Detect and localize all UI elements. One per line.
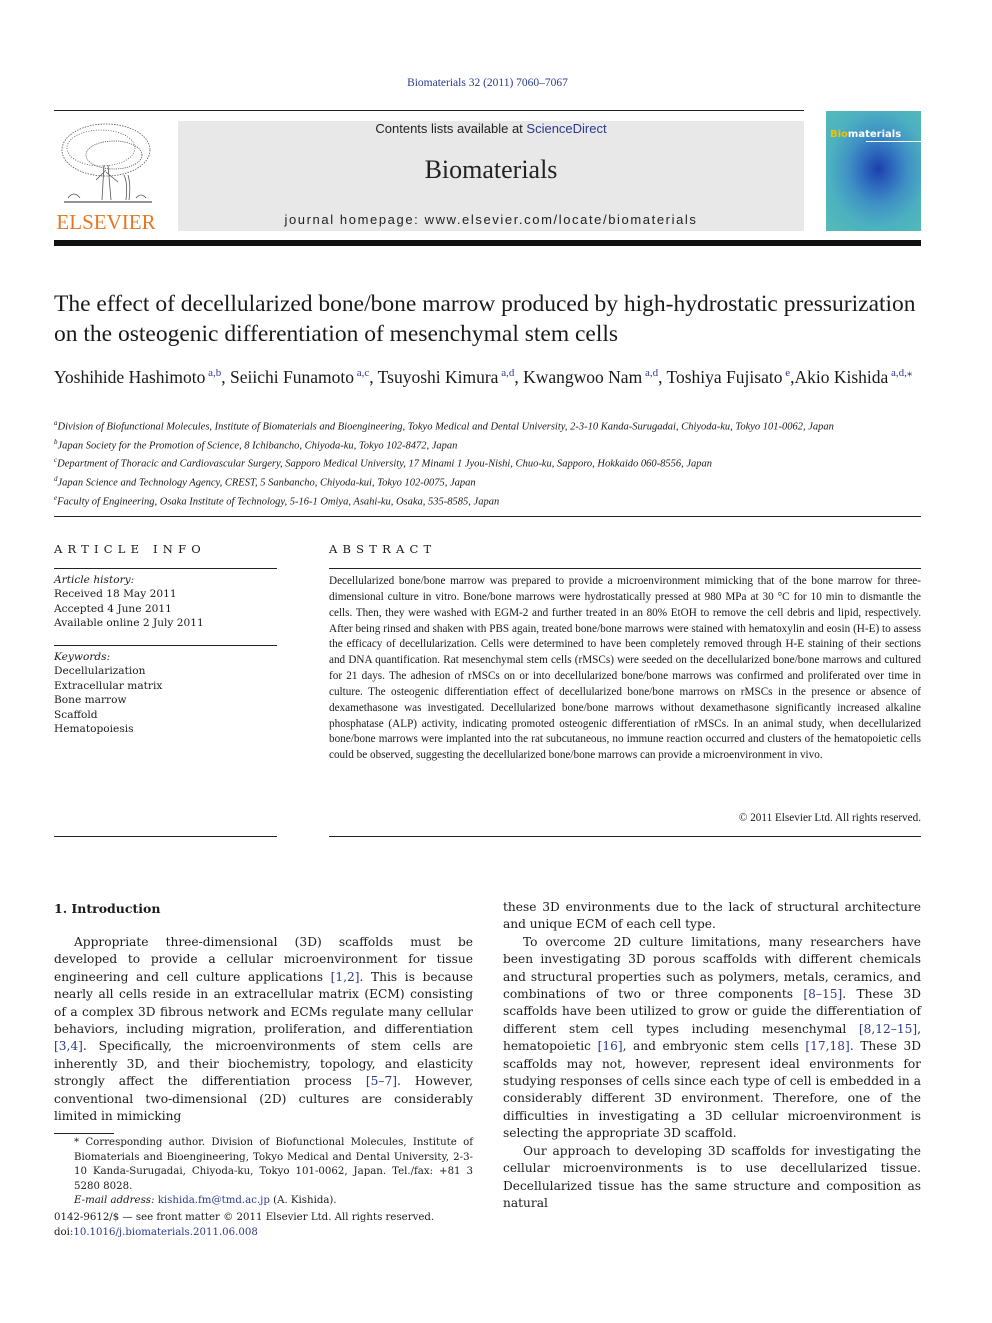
journal-homepage-link[interactable]: journal homepage: www.elsevier.com/locat… xyxy=(178,212,804,227)
reference-link[interactable]: [8–15] xyxy=(803,987,842,1001)
keyword: Bone marrow xyxy=(54,694,127,707)
history-label: Article history: xyxy=(54,574,135,586)
journal-cover-image[interactable]: Biomaterials xyxy=(826,111,921,231)
corresponding-author-text: * Corresponding author. Division of Biof… xyxy=(74,1137,473,1192)
keyword: Extracellular matrix xyxy=(54,679,163,692)
abstract-heading: ABSTRACT xyxy=(329,542,437,556)
contents-prefix: Contents lists available at xyxy=(375,121,527,136)
author-name: Toshiya Fujisato xyxy=(666,366,783,387)
sciencedirect-link[interactable]: ScienceDirect xyxy=(526,121,606,136)
affiliation-e: eFaculty of Engineering, Osaka Institute… xyxy=(54,493,500,508)
abstract-rule xyxy=(329,568,921,569)
author-list: Yoshihide Hashimoto a,b, Seiichi Funamot… xyxy=(54,366,913,387)
contents-line: Contents lists available at ScienceDirec… xyxy=(178,121,804,136)
keyword: Hematopoiesis xyxy=(54,723,134,736)
author-affiliation-ref[interactable]: a,c xyxy=(354,367,370,379)
cover-title-bio: Bio xyxy=(830,129,848,140)
affiliation-c: cDepartment of Thoracic and Cardiovascul… xyxy=(54,456,713,470)
keyword: Scaffold xyxy=(54,708,98,721)
cover-rule xyxy=(866,141,921,142)
article-info-bottom-rule xyxy=(54,836,277,837)
body-column-right: these 3D environments due to the lack of… xyxy=(503,899,921,1212)
journal-name: Biomaterials xyxy=(424,155,558,184)
elsevier-logo[interactable]: ELSEVIER xyxy=(54,120,158,234)
header-thick-rule xyxy=(54,240,921,246)
header-rule xyxy=(54,110,804,111)
author-name: Kwangwoo Nam xyxy=(523,366,643,387)
reference-link[interactable]: [8,12–15] xyxy=(859,1022,917,1036)
issn-line: 0142-9612/$ — see front matter © 2011 El… xyxy=(54,1212,435,1223)
email-suffix: (A. Kishida). xyxy=(269,1195,337,1207)
affiliation-key: c xyxy=(54,456,58,465)
affiliation-a: aDivision of Biofunctional Molecules, In… xyxy=(54,419,834,433)
author-name: Yoshihide Hashimoto xyxy=(54,366,206,387)
email-line: E-mail address: kishida.fm@tmd.ac.jp (A.… xyxy=(54,1194,473,1209)
author-affiliation-ref[interactable]: a,d,⁎ xyxy=(888,367,912,379)
keywords-rule xyxy=(54,645,277,646)
abstract-bottom-rule xyxy=(329,836,921,837)
email-label: E-mail address: xyxy=(74,1195,155,1207)
author-affiliation-ref[interactable]: a,b xyxy=(205,367,221,379)
email-link[interactable]: kishida.fm@tmd.ac.jp xyxy=(158,1195,270,1206)
front-matter: 0142-9612/$ — see front matter © 2011 El… xyxy=(54,1211,484,1240)
intro-paragraph-1-continued: these 3D environments due to the lack of… xyxy=(503,900,921,932)
keyword: Decellularization xyxy=(54,665,146,678)
affiliation-key: b xyxy=(54,437,58,446)
keywords: Keywords: Decellularization Extracellula… xyxy=(54,650,276,736)
doi-prefix: doi: xyxy=(54,1226,74,1238)
article-info-rule xyxy=(54,568,277,569)
cover-title: Biomaterials xyxy=(830,129,901,140)
elsevier-tree-icon xyxy=(61,123,152,203)
reference-link[interactable]: [17,18] xyxy=(805,1039,849,1053)
author-affiliation-ref[interactable]: e xyxy=(782,367,790,379)
affiliation-key: a xyxy=(54,419,58,427)
author-affiliation-ref[interactable]: a,d xyxy=(642,367,658,379)
intro-paragraph-3: Our approach to developing 3D scaffolds … xyxy=(503,1143,921,1210)
author-name: Seiichi Funamoto xyxy=(230,366,354,387)
affiliation-rule xyxy=(54,516,921,517)
reference-link[interactable]: [1,2] xyxy=(331,970,360,984)
intro-paragraph-1: Appropriate three-dimensional (3D) scaff… xyxy=(54,935,473,1124)
history-accepted: Accepted 4 June 2011 xyxy=(54,602,172,615)
reference-link[interactable]: [5–7] xyxy=(366,1074,397,1088)
abstract-copyright: © 2011 Elsevier Ltd. All rights reserved… xyxy=(738,812,921,824)
history-online: Available online 2 July 2011 xyxy=(54,617,204,630)
keywords-label: Keywords: xyxy=(54,651,111,663)
reference-link[interactable]: [16] xyxy=(598,1039,623,1053)
article-title: The effect of decellularized bone/bone m… xyxy=(54,291,916,347)
author-name: Tsuyoshi Kimura xyxy=(377,366,499,387)
article-history: Article history: Received 18 May 2011 Ac… xyxy=(54,573,276,631)
affiliation-d: dJapan Science and Technology Agency, CR… xyxy=(54,475,476,489)
introduction-heading: 1. Introduction xyxy=(54,901,161,916)
affiliation-b: bJapan Society for the Promotion of Scie… xyxy=(54,437,458,452)
journal-masthead: Contents lists available at ScienceDirec… xyxy=(178,121,804,231)
article-info-heading: ARTICLE INFO xyxy=(54,542,206,556)
journal-citation-link[interactable]: Biomaterials 32 (2011) 7060–7067 xyxy=(0,77,975,89)
doi-link[interactable]: 10.1016/j.biomaterials.2011.06.008 xyxy=(73,1227,257,1238)
affiliation-list: aDivision of Biofunctional Molecules, In… xyxy=(54,416,934,510)
affiliation-key: e xyxy=(54,493,58,502)
body-column-left: Appropriate three-dimensional (3D) scaff… xyxy=(54,934,473,1125)
elsevier-wordmark: ELSEVIER xyxy=(56,210,156,234)
author-name: Akio Kishida xyxy=(794,366,889,387)
cover-title-rest: materials xyxy=(847,129,902,140)
footnote-rule xyxy=(54,1133,114,1134)
history-received: Received 18 May 2011 xyxy=(54,588,177,601)
corresponding-author-footnote: * Corresponding author. Division of Biof… xyxy=(54,1136,473,1209)
intro-paragraph-2: To overcome 2D culture limitations, many… xyxy=(503,934,921,1141)
abstract-text: Decellularized bone/bone marrow was prep… xyxy=(329,575,921,762)
doi-line: doi:10.1016/j.biomaterials.2011.06.008 xyxy=(54,1226,484,1241)
affiliation-key: d xyxy=(54,475,58,484)
author-affiliation-ref[interactable]: a,d xyxy=(498,367,514,379)
reference-link[interactable]: [3,4] xyxy=(54,1039,83,1053)
